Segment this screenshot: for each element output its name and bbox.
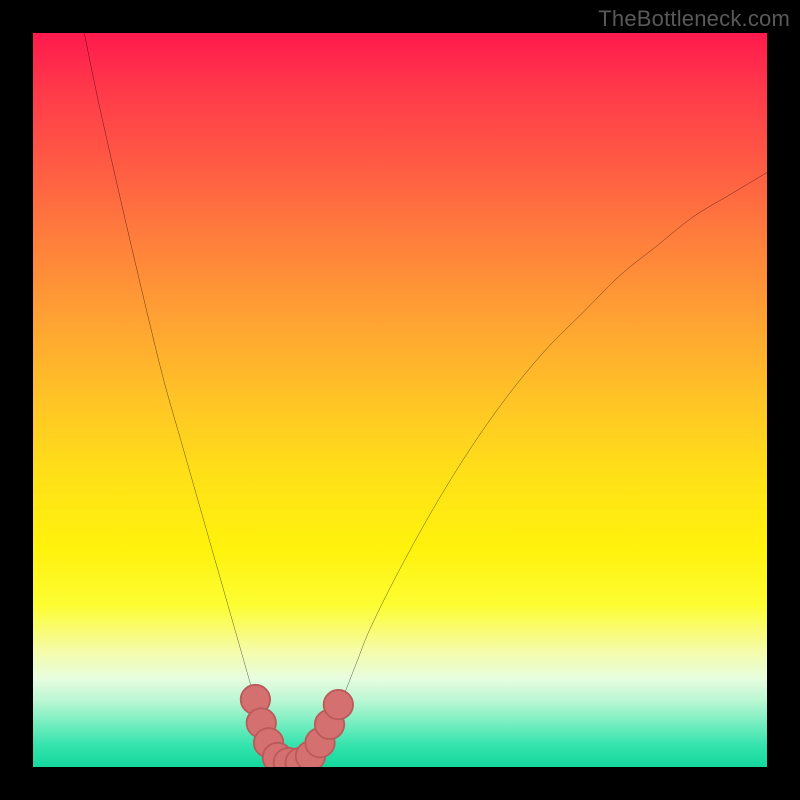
bottleneck-curve (33, 33, 767, 764)
chart-frame: TheBottleneck.com (0, 0, 800, 800)
chart-markers (241, 685, 353, 767)
chart-marker (324, 690, 353, 719)
chart-overlay (33, 33, 767, 767)
attribution-label: TheBottleneck.com (598, 6, 790, 32)
